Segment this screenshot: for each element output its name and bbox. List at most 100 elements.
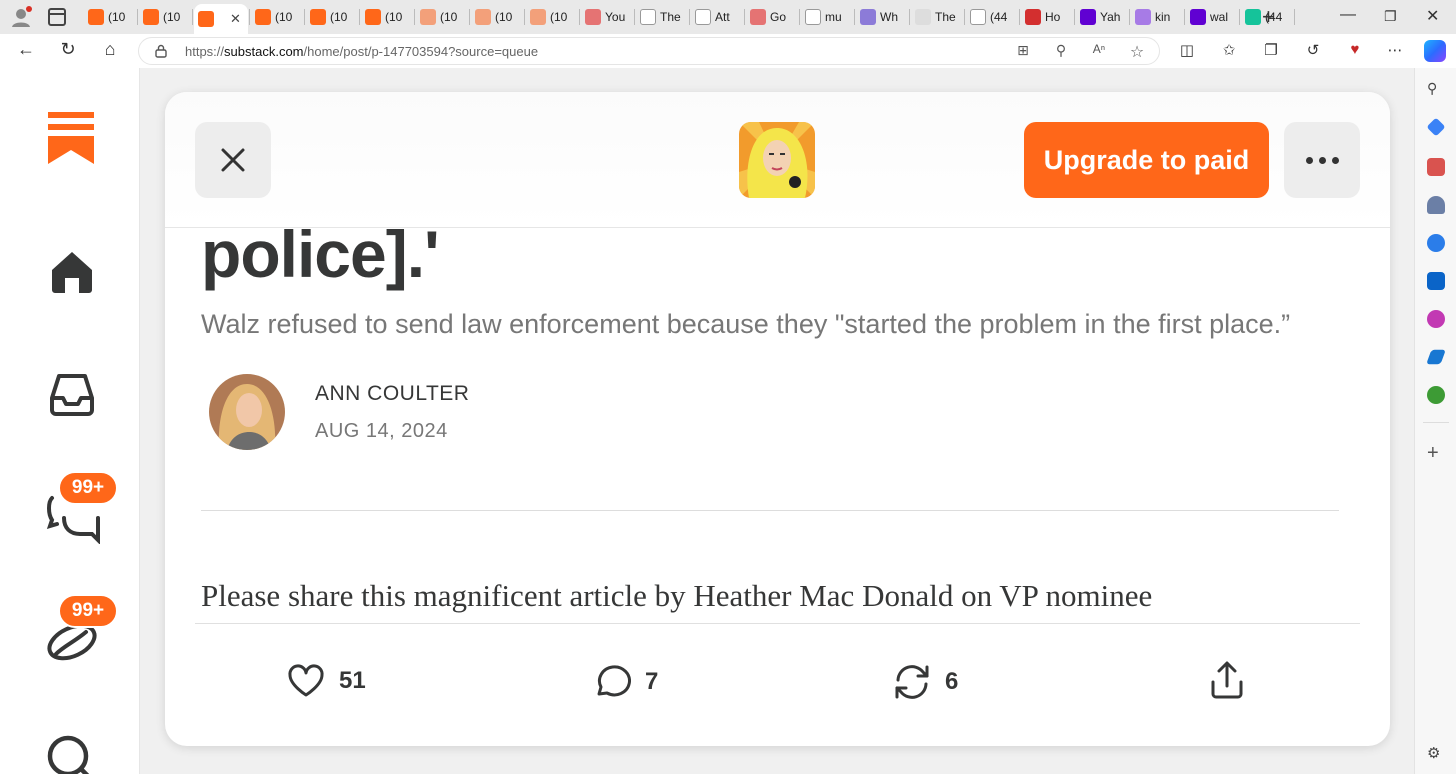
sidebar-settings-icon[interactable]: ⚙ [1427, 744, 1445, 762]
reader-header: Upgrade to paid [165, 92, 1390, 228]
tab-separator [1074, 9, 1075, 25]
author-name[interactable]: ANN COULTER [315, 382, 469, 406]
page-viewport: 99+ 99+ police].' Walz refused to send l… [0, 68, 1414, 774]
tab-separator [137, 9, 138, 25]
browser-tab[interactable]: Yah [1076, 4, 1128, 30]
page-icon [970, 9, 986, 25]
tab-separator [192, 9, 193, 25]
browser-tab[interactable]: (10 [416, 4, 468, 30]
tab-label: Ho [1045, 10, 1061, 24]
browser-tab[interactable]: wal [1186, 4, 1238, 30]
read-aloud-icon[interactable]: Aⁿ [1089, 42, 1109, 56]
inbox-icon[interactable] [48, 372, 96, 418]
send-icon[interactable] [1426, 349, 1446, 365]
tab-separator [469, 9, 470, 25]
browser-tab[interactable]: (10 [526, 4, 578, 30]
search-nav-icon[interactable] [46, 732, 98, 774]
microsoft365-icon[interactable] [1427, 234, 1445, 252]
comment-icon [597, 665, 631, 697]
split-screen-icon[interactable]: ◫ [1176, 41, 1198, 59]
close-button[interactable] [195, 122, 271, 198]
browser-tab[interactable]: (10 [306, 4, 358, 30]
page-icon [640, 9, 656, 25]
browser-tab[interactable]: ✕ [194, 4, 248, 34]
designer-icon[interactable] [1427, 310, 1445, 328]
browser-essentials-icon[interactable]: ♥ [1344, 41, 1366, 58]
like-button[interactable]: 51 [287, 664, 366, 698]
grammarly-icon [1245, 9, 1261, 25]
home-icon[interactable]: ⌂ [98, 39, 122, 60]
browser-tab[interactable]: mu [801, 4, 853, 30]
back-icon[interactable]: ← [14, 39, 38, 60]
search-icon[interactable]: ⚲ [1427, 80, 1445, 98]
browser-tab[interactable]: The [911, 4, 963, 30]
browser-tab[interactable]: kin [1131, 4, 1183, 30]
tab-label: (10 [385, 10, 403, 24]
tree-icon[interactable] [1427, 386, 1445, 404]
browser-tab[interactable]: (10 [251, 4, 303, 30]
substack-icon [143, 9, 159, 25]
tab-label: (10 [330, 10, 348, 24]
collections-icon[interactable]: ❐ [1260, 41, 1282, 59]
zoom-icon[interactable]: ⚲ [1051, 42, 1071, 59]
restore-icon[interactable]: ❐ [1384, 8, 1397, 25]
tab-separator [799, 9, 800, 25]
post-reader-card: police].' Walz refused to send law enfor… [165, 92, 1390, 746]
minimize-icon[interactable]: — [1340, 6, 1356, 24]
more-dot-icon [1305, 156, 1313, 164]
tab-label: Att [715, 10, 730, 24]
browser-tab[interactable]: (10 [471, 4, 523, 30]
share-button[interactable] [1209, 660, 1245, 700]
tab-separator [964, 9, 965, 25]
favorite-star-icon[interactable]: ☆ [1127, 42, 1147, 62]
browser-tab[interactable]: Ho [1021, 4, 1073, 30]
browser-toolbar: ← ↻ ⌂ https://substack.com/home/post/p-1… [0, 34, 1456, 68]
browser-tab[interactable]: Go [746, 4, 798, 30]
tab-actions-icon[interactable] [48, 8, 66, 26]
substack-icon [310, 9, 326, 25]
publication-logo[interactable] [739, 122, 815, 198]
settings-more-icon[interactable]: ⋯ [1384, 41, 1406, 59]
shopping-tag-icon[interactable] [1426, 117, 1446, 137]
upgrade-to-paid-button[interactable]: Upgrade to paid [1024, 122, 1269, 198]
copilot-icon[interactable] [1424, 40, 1446, 62]
close-icon [221, 148, 245, 172]
browser-tab[interactable]: (10 [84, 4, 136, 30]
favorites-icon[interactable]: ✩ [1218, 41, 1240, 59]
lock-icon[interactable] [155, 44, 167, 58]
restack-count: 6 [945, 668, 959, 695]
comment-button[interactable]: 7 [593, 664, 658, 700]
tab-separator [1129, 9, 1130, 25]
browser-tab[interactable]: (10 [139, 4, 191, 30]
more-options-button[interactable] [1284, 122, 1360, 198]
home-nav-icon[interactable] [48, 248, 96, 296]
tab-label: The [935, 10, 956, 24]
profile-icon[interactable] [10, 6, 32, 28]
app-available-icon[interactable]: ⊞ [1013, 42, 1033, 59]
add-sidebar-app-icon[interactable]: + [1427, 442, 1445, 464]
new-tab-button[interactable]: + [1262, 4, 1275, 30]
close-window-icon[interactable]: ✕ [1426, 6, 1439, 26]
address-bar[interactable]: https://substack.com/home/post/p-1477035… [138, 37, 1160, 65]
browser-tab[interactable]: The [636, 4, 688, 30]
url-text[interactable]: https://substack.com/home/post/p-1477035… [185, 44, 538, 59]
outlook-icon[interactable] [1427, 272, 1445, 290]
tab-close-icon[interactable]: ✕ [230, 11, 241, 27]
games-icon[interactable] [1427, 196, 1445, 214]
more-dot-icon [1331, 156, 1339, 164]
browser-tab[interactable]: Wh [856, 4, 908, 30]
substack-logo-icon[interactable] [48, 112, 94, 164]
refresh-icon[interactable]: ↻ [56, 39, 80, 60]
more-dot-icon [1318, 156, 1326, 164]
restack-button[interactable]: 6 [893, 664, 958, 700]
browser-tab[interactable]: (44 [966, 4, 1018, 30]
browser-tab[interactable]: Att [691, 4, 743, 30]
tools-briefcase-icon[interactable] [1427, 158, 1445, 176]
tab-label: Yah [1100, 10, 1121, 24]
author-avatar[interactable] [209, 374, 285, 450]
edge-sidebar: ⚲ + ⚙ [1414, 68, 1456, 774]
history-icon[interactable]: ↺ [1302, 41, 1324, 59]
browser-tab[interactable]: (10 [361, 4, 413, 30]
browser-tab[interactable]: You [581, 4, 633, 30]
tab-separator [359, 9, 360, 25]
